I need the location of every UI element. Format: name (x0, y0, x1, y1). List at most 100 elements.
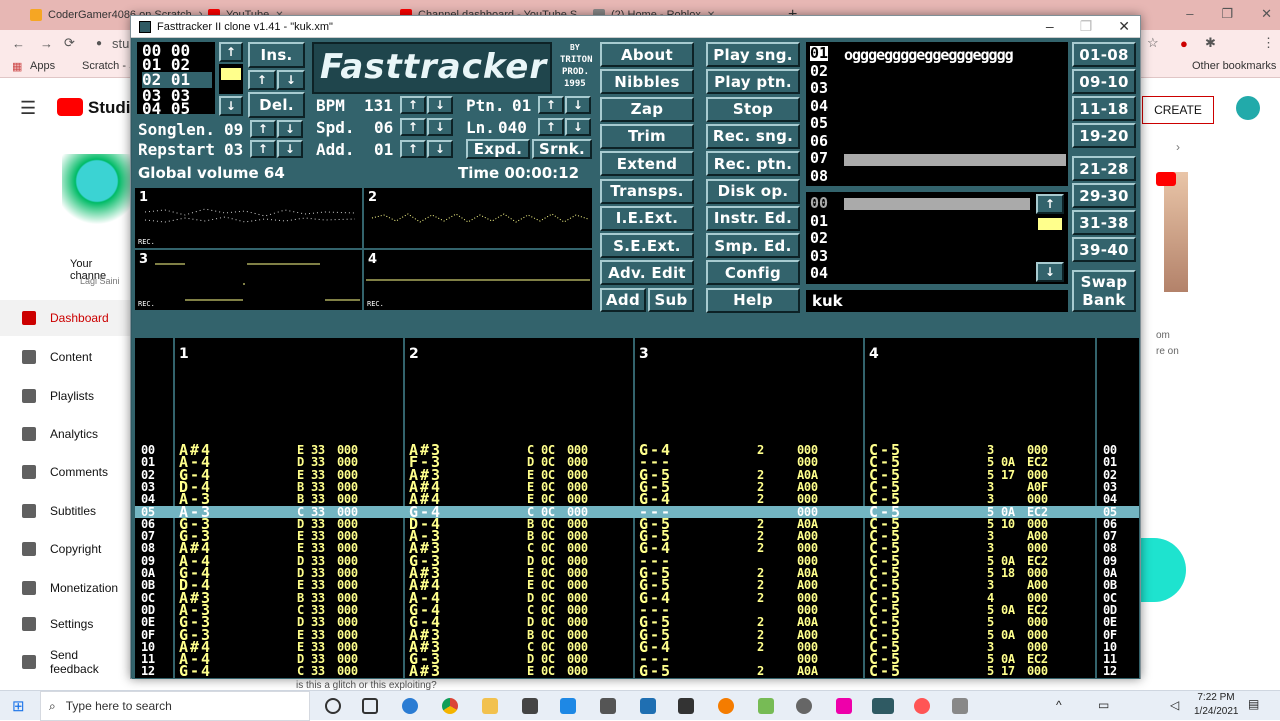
hamburger-menu-icon[interactable]: ☰ (20, 98, 36, 119)
instrument-number[interactable]: 08 (810, 168, 828, 184)
menu-button-nibbles[interactable]: Nibbles (600, 69, 694, 95)
sidebar-item-analytics[interactable]: Analytics (0, 416, 130, 452)
channel-header-3[interactable]: 3 (639, 346, 649, 362)
reload-icon[interactable]: ⟳ (64, 35, 75, 51)
menu-button-zap[interactable]: Zap (600, 96, 694, 122)
bpm-up-button[interactable]: ↑ (400, 96, 426, 114)
sample-number[interactable]: 04 (810, 266, 828, 281)
app-icon[interactable] (600, 698, 616, 714)
song-name-field[interactable] (806, 290, 1068, 312)
minimize-icon[interactable]: – (1186, 6, 1193, 22)
pattern-row[interactable]: 01 A-4 D 33 000 F-3 D 0C 000 --- 000 C-5 5 0A EC2 01 (135, 455, 1139, 470)
bank-button-29-30[interactable]: 29-30 (1072, 183, 1136, 208)
maximize-icon[interactable]: ❐ (1080, 18, 1093, 35)
menu-button-disk-op[interactable]: Disk op. (706, 178, 800, 204)
repstart-up-button[interactable]: ↑ (250, 140, 276, 158)
menu-button-transps[interactable]: Transps. (600, 178, 694, 204)
menu-button-rec-ptn[interactable]: Rec. ptn. (706, 151, 800, 177)
sidebar-item-content[interactable]: Content (0, 339, 130, 375)
menu-button-smp-ed[interactable]: Smp. Ed. (706, 233, 800, 259)
pattern-editor[interactable]: 1 2 3 4 00 A#4 E 33 000 A#3 C 0C 000 G-4 2 000 C-5 3 0… (135, 338, 1139, 679)
menu-button-config[interactable]: Config (706, 260, 800, 286)
sidebar-item-subtitles[interactable]: Subtitles (0, 493, 130, 529)
sample-scroll-up-button[interactable]: ↑ (1036, 194, 1064, 214)
ln-up-button[interactable]: ↑ (538, 118, 564, 136)
scope-channel-3[interactable]: 3 REC. (135, 250, 362, 310)
spd-down-button[interactable]: ↓ (427, 118, 453, 136)
sample-number[interactable]: 00 (810, 196, 828, 211)
pattern-row[interactable]: 08 A#4 E 33 000 A#3 C 0C 000 G-4 2 000 C-5 3 000 08 (135, 541, 1139, 556)
pattern-row[interactable]: 05 A-3 C 33 000 G-4 C 0C 000 --- 000 C-5 5 0A EC2 05 (135, 504, 1139, 519)
bookmark-scratch[interactable]: Scratch - S (82, 60, 136, 72)
spd-up-button[interactable]: ↑ (400, 118, 426, 136)
pattern-row[interactable]: 0D A-3 C 33 000 G-4 C 0C 000 --- 000 C-5 5 0A EC2 0D (135, 602, 1139, 617)
bank-button-21-28[interactable]: 21-28 (1072, 156, 1136, 181)
scope-channel-2[interactable]: 2 (364, 188, 592, 248)
global-volume[interactable]: Global volume 64 (138, 166, 285, 181)
instrument-number[interactable]: 06 (810, 133, 828, 149)
pattern-row[interactable]: 00 A#4 E 33 000 A#3 C 0C 000 G-4 2 000 C-5 3 000 00 (135, 443, 1139, 458)
add-up-button[interactable]: ↑ (400, 140, 426, 158)
pattern-row[interactable]: 0B D-4 E 33 000 A#4 E 0C 000 G-5 2 A00 C-5 3 A00 0B (135, 578, 1139, 593)
instrument-number[interactable]: 07 (810, 151, 828, 166)
sidebar-item-comments[interactable]: Comments (0, 454, 130, 490)
add-instrument-button[interactable]: Add (600, 288, 646, 312)
songlen-down-button[interactable]: ↓ (277, 120, 303, 138)
insert-position-button[interactable]: Ins. (248, 42, 305, 68)
menu-button-about[interactable]: About (600, 42, 694, 67)
expand-pattern-button[interactable]: Expd. (466, 139, 530, 159)
menu-button-help[interactable]: Help (706, 287, 800, 313)
instrument-number[interactable]: 01 (810, 46, 829, 61)
sample-number[interactable]: 02 (810, 231, 828, 246)
menu-button-extend[interactable]: Extend (600, 151, 694, 177)
sidebar-item-send-feedback[interactable]: Send feedback (0, 644, 130, 680)
instrument-name[interactable]: ogggeggggeggegggegggg (844, 48, 1014, 63)
pattern-row[interactable]: 06 G-3 D 33 000 D-4 B 0C 000 G-5 2 A0A C-5 5 10 000 06 (135, 516, 1139, 531)
tray-chevron-icon[interactable]: ^ (1056, 698, 1062, 712)
pattern-row[interactable]: 0E G-3 D 33 000 G-4 D 0C 000 G-5 2 A0A C-5 5 000 0E (135, 615, 1139, 630)
back-icon[interactable]: ← (12, 36, 25, 51)
address-text[interactable]: stu (112, 36, 129, 51)
extension-icon[interactable]: ● (1180, 36, 1188, 51)
swap-bank-button[interactable]: Swap Bank (1072, 270, 1136, 312)
pattern-row[interactable]: 11 A-4 D 33 000 G-3 D 0C 000 --- 000 C-5 5 0A EC2 11 (135, 652, 1139, 667)
apps-grid-icon[interactable]: ▦ (12, 60, 22, 73)
instrument-highlight-bar[interactable] (844, 154, 1066, 166)
menu-button-i-e-ext[interactable]: I.E.Ext. (600, 205, 694, 231)
position-scroll-up-button[interactable]: ↑ (219, 42, 243, 62)
bank-button-09-10[interactable]: 09-10 (1072, 69, 1136, 94)
sample-highlight-bar[interactable] (844, 198, 1030, 210)
account-avatar-icon[interactable] (1236, 96, 1260, 120)
pattern-row[interactable]: 10 A#4 E 33 000 A#3 C 0C 000 G-4 2 000 C-5 3 000 10 (135, 639, 1139, 654)
mail-icon[interactable] (560, 698, 576, 714)
bank-button-19-20[interactable]: 19-20 (1072, 123, 1136, 148)
sample-number[interactable]: 03 (810, 248, 828, 264)
channel-avatar[interactable] (62, 154, 132, 244)
bpm-down-button[interactable]: ↓ (427, 96, 453, 114)
task-view-icon[interactable] (362, 698, 378, 714)
bank-button-39-40[interactable]: 39-40 (1072, 237, 1136, 262)
fasttracker-taskbar-icon[interactable] (872, 698, 894, 714)
instrument-number[interactable]: 02 (810, 63, 828, 79)
close-icon[interactable]: ✕ (1118, 18, 1130, 35)
menu-dots-icon[interactable]: ⋮ (1262, 35, 1275, 51)
songlen-up-button[interactable]: ↑ (250, 120, 276, 138)
bookmark-other[interactable]: Other bookmarks (1192, 60, 1276, 72)
app-icon[interactable] (796, 698, 812, 714)
bank-button-01-08[interactable]: 01-08 (1072, 42, 1136, 67)
minimize-icon[interactable]: – (1046, 18, 1054, 35)
pattern-row[interactable]: 0C A#3 B 33 000 A-4 D 0C 000 G-4 2 000 C-5 4 000 0C (135, 590, 1139, 605)
sidebar-item-copyright[interactable]: Copyright (0, 531, 130, 567)
maximize-icon[interactable]: ❐ (1221, 6, 1233, 22)
pattern-row[interactable]: 0A G-4 D 33 000 A#3 E 0C 000 G-5 2 A0A C-5 5 18 000 0A (135, 566, 1139, 581)
ptn-up-button[interactable]: ↑ (538, 96, 564, 114)
puzzle-icon[interactable]: ✱ (1205, 35, 1216, 51)
app-icon[interactable] (836, 698, 852, 714)
menu-button-rec-sng[interactable]: Rec. sng. (706, 123, 800, 149)
menu-button-instr-ed[interactable]: Instr. Ed. (706, 205, 800, 231)
ptn-down-button[interactable]: ↓ (565, 96, 591, 114)
instrument-number[interactable]: 05 (810, 116, 828, 131)
menu-button-s-e-ext[interactable]: S.E.Ext. (600, 233, 694, 259)
position-scroll-down-button[interactable]: ↓ (219, 96, 243, 116)
vscode-icon[interactable] (640, 698, 656, 714)
